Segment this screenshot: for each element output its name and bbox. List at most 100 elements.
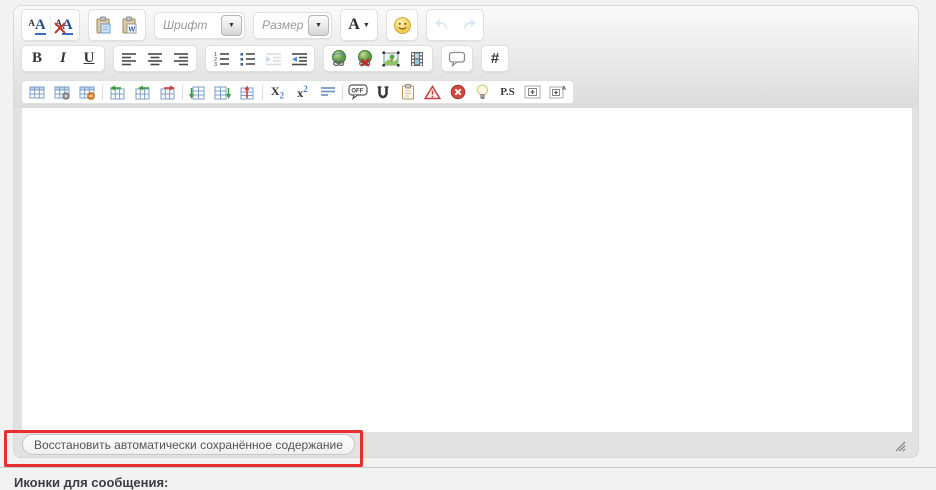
bold-button[interactable]: B bbox=[24, 47, 50, 70]
redo-icon bbox=[463, 18, 476, 31]
insert-video-button[interactable] bbox=[404, 47, 430, 70]
indent-icon bbox=[291, 52, 307, 65]
font-size-dropdown[interactable]: Размер ▼ bbox=[253, 11, 332, 39]
italic-button[interactable]: I bbox=[50, 47, 76, 70]
subscript-button[interactable]: X2 bbox=[265, 82, 290, 102]
toolbar-group-clipboard: W bbox=[88, 9, 146, 41]
indent-button[interactable] bbox=[286, 47, 312, 70]
align-right-icon bbox=[174, 52, 188, 65]
paste-from-word-button[interactable]: W bbox=[117, 12, 143, 38]
red-cross-overlay-icon bbox=[54, 22, 67, 34]
toolbar-group-smiley bbox=[386, 9, 418, 41]
insert-column-before-button[interactable] bbox=[105, 82, 130, 102]
redo-button[interactable] bbox=[455, 12, 481, 38]
font-color-button[interactable]: AA bbox=[24, 12, 50, 38]
superscript-button[interactable]: x2 bbox=[290, 82, 315, 102]
table-icon bbox=[29, 86, 45, 98]
chevron-down-icon: ▼ bbox=[315, 21, 322, 29]
link-icon bbox=[332, 50, 346, 67]
clipboard-icon bbox=[401, 84, 414, 100]
outdent-button[interactable] bbox=[260, 47, 286, 70]
text-lines-icon bbox=[320, 87, 335, 96]
hide-tag-button[interactable] bbox=[370, 82, 395, 102]
clipboard-button[interactable] bbox=[395, 82, 420, 102]
insert-link-button[interactable] bbox=[326, 47, 352, 70]
svg-text:A: A bbox=[562, 86, 566, 92]
delete-row-icon bbox=[240, 85, 254, 99]
delete-column-button[interactable] bbox=[155, 82, 180, 102]
undo-button[interactable] bbox=[429, 12, 455, 38]
font-family-dropdown-button[interactable]: ▼ bbox=[221, 14, 242, 36]
align-left-button[interactable] bbox=[116, 47, 142, 70]
toolbar-group-lists: 123 bbox=[205, 45, 315, 72]
delete-row-button[interactable] bbox=[235, 82, 260, 102]
remove-link-button[interactable] bbox=[352, 47, 378, 70]
paste-button[interactable] bbox=[91, 12, 117, 38]
spoiler-button[interactable] bbox=[520, 82, 545, 102]
toolbar-group-quote bbox=[441, 45, 473, 72]
subscript-icon: X2 bbox=[270, 83, 285, 101]
code-hash-button[interactable]: # bbox=[484, 47, 506, 70]
icons-section-label: Иконки для сообщения: bbox=[14, 475, 169, 490]
idea-button[interactable] bbox=[470, 82, 495, 102]
text-style-icon: A ▼ bbox=[348, 16, 370, 33]
align-center-icon bbox=[148, 52, 162, 65]
remove-format-icon: AA bbox=[54, 17, 73, 35]
svg-text:W: W bbox=[129, 26, 136, 33]
toolbar-group-text-style: A ▼ bbox=[340, 9, 378, 41]
error-button[interactable] bbox=[445, 82, 470, 102]
horseshoe-icon bbox=[377, 85, 388, 98]
insert-column-after-icon bbox=[135, 85, 150, 99]
align-center-button[interactable] bbox=[142, 47, 168, 70]
spoiler-title-button[interactable]: A bbox=[545, 82, 570, 102]
toolbar-row-1: AA AA W Шрифт ▼ Размер ▼ A ▼ bbox=[21, 9, 918, 41]
rich-text-editor: AA AA W Шрифт ▼ Размер ▼ A ▼ B I U 1 2 3… bbox=[13, 5, 919, 458]
superscript-icon: x2 bbox=[297, 83, 308, 100]
align-right-button[interactable] bbox=[168, 47, 194, 70]
editor-body[interactable] bbox=[22, 108, 912, 432]
toolbar-group-align bbox=[113, 45, 197, 72]
undo-icon bbox=[434, 18, 447, 31]
error-circle-icon bbox=[450, 84, 465, 100]
smiley-icon bbox=[393, 16, 411, 34]
chevron-down-icon: ▼ bbox=[362, 21, 370, 29]
toolbar-group-basic-format: B I U bbox=[21, 45, 105, 72]
paste-from-word-icon: W bbox=[122, 16, 137, 33]
unordered-list-button[interactable] bbox=[234, 47, 260, 70]
font-size-dropdown-label: Размер bbox=[262, 18, 304, 32]
insert-column-after-button[interactable] bbox=[130, 82, 155, 102]
insert-row-above-button[interactable] bbox=[185, 82, 210, 102]
resize-handle[interactable] bbox=[894, 440, 907, 452]
insert-image-button[interactable] bbox=[378, 47, 404, 70]
postscript-button[interactable]: P.S bbox=[495, 82, 520, 102]
toolbar-row-2: B I U 1 2 3 # bbox=[21, 45, 918, 72]
insert-table-button[interactable] bbox=[25, 82, 50, 102]
toolbar-row-3: X2 x2 OFF P.S A bbox=[21, 80, 918, 104]
underline-button[interactable]: U bbox=[76, 47, 102, 70]
remove-format-button[interactable]: AA bbox=[51, 12, 77, 38]
insert-row-below-button[interactable] bbox=[210, 82, 235, 102]
delete-table-icon bbox=[79, 86, 95, 100]
ordered-list-button[interactable]: 123 bbox=[208, 47, 234, 70]
chevron-down-icon: ▼ bbox=[228, 21, 235, 29]
toolbar-group-font-style: AA AA bbox=[21, 9, 80, 41]
font-family-dropdown[interactable]: Шрифт ▼ bbox=[154, 11, 245, 39]
warning-triangle-icon bbox=[424, 84, 441, 99]
insert-row-above-icon bbox=[189, 86, 205, 99]
section-divider bbox=[0, 467, 936, 468]
restore-autosave-button[interactable]: Восстановить автоматически сохранённое с… bbox=[22, 434, 355, 455]
ordered-list-icon: 123 bbox=[214, 52, 229, 66]
editor-toolbar: AA AA W Шрифт ▼ Размер ▼ A ▼ B I U 1 2 3… bbox=[14, 6, 918, 104]
offtopic-button[interactable]: OFF bbox=[345, 82, 370, 102]
warning-button[interactable] bbox=[420, 82, 445, 102]
text-lines-button[interactable] bbox=[315, 82, 340, 102]
insert-row-below-icon bbox=[214, 86, 231, 99]
table-properties-button[interactable] bbox=[50, 82, 75, 102]
quote-button[interactable] bbox=[444, 47, 470, 70]
font-size-dropdown-button[interactable]: ▼ bbox=[308, 14, 329, 36]
delete-table-button[interactable] bbox=[75, 82, 100, 102]
editor-footer: Восстановить автоматически сохранённое с… bbox=[14, 430, 918, 457]
image-icon bbox=[382, 51, 400, 66]
text-style-button[interactable]: A ▼ bbox=[343, 12, 375, 38]
smiley-button[interactable] bbox=[389, 12, 415, 38]
